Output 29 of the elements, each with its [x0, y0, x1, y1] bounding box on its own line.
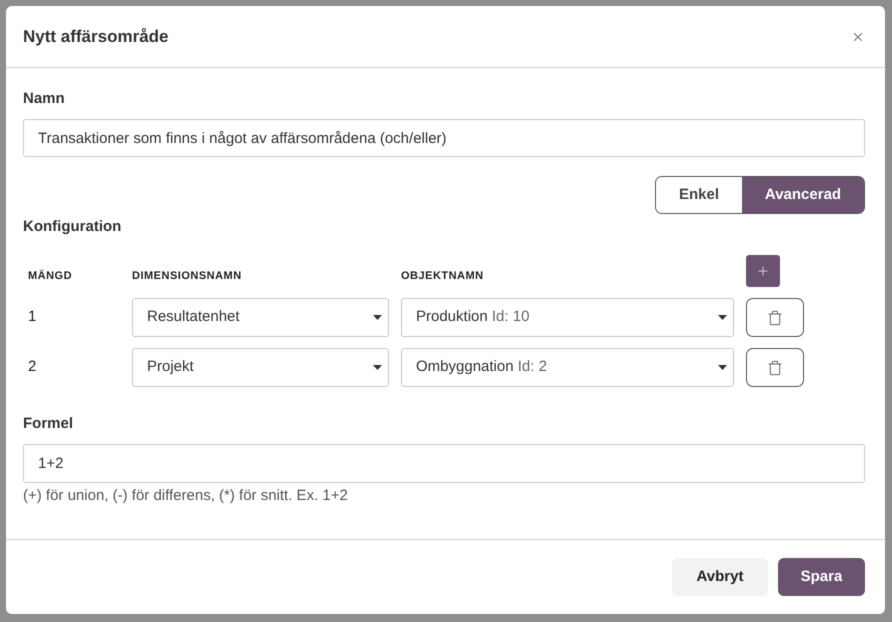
object-dropdown[interactable]: Produktion Id: 10: [401, 298, 734, 337]
caret-icon: [373, 365, 382, 370]
cancel-button[interactable]: Avbryt: [672, 558, 768, 596]
add-button[interactable]: [746, 255, 780, 287]
set-number: 2: [27, 357, 38, 378]
object-dropdown[interactable]: Ombyggnation Id: 2: [401, 348, 734, 387]
save-button[interactable]: Spara: [778, 558, 865, 596]
caret-icon: [718, 365, 727, 370]
caret-icon: [373, 315, 382, 320]
trash-icon: [767, 360, 783, 376]
mode-tab[interactable]: Avancerad: [742, 177, 864, 213]
delete-button[interactable]: [746, 348, 804, 387]
formula-hint: (+) för union, (-) för differens, (*) för snitt. Ex. 1+2: [23, 487, 349, 505]
column-header: DIMENSIONSNAMN: [132, 268, 243, 284]
field-label: Namn: [23, 90, 66, 108]
dimension-dropdown[interactable]: Resultatenhet: [132, 298, 389, 337]
column-header: MÄNGD: [27, 268, 74, 284]
dialog-title: Nytt affärsområde: [23, 26, 168, 48]
dimension-dropdown[interactable]: Projekt: [132, 348, 389, 387]
caret-icon: [718, 315, 727, 320]
name-input-field[interactable]: Transaktioner som finns i något av affärsområdena (och/eller): [23, 119, 865, 157]
section-title: Konfiguration: [23, 218, 122, 236]
formula-input-field[interactable]: 1+2: [23, 444, 865, 483]
set-number: 1: [27, 307, 38, 328]
delete-button[interactable]: [746, 298, 804, 337]
plus-icon: [756, 264, 770, 278]
column-header: OBJEKTNAMN: [401, 268, 485, 284]
field-label: Formel: [23, 415, 74, 433]
trash-icon: [767, 310, 783, 326]
